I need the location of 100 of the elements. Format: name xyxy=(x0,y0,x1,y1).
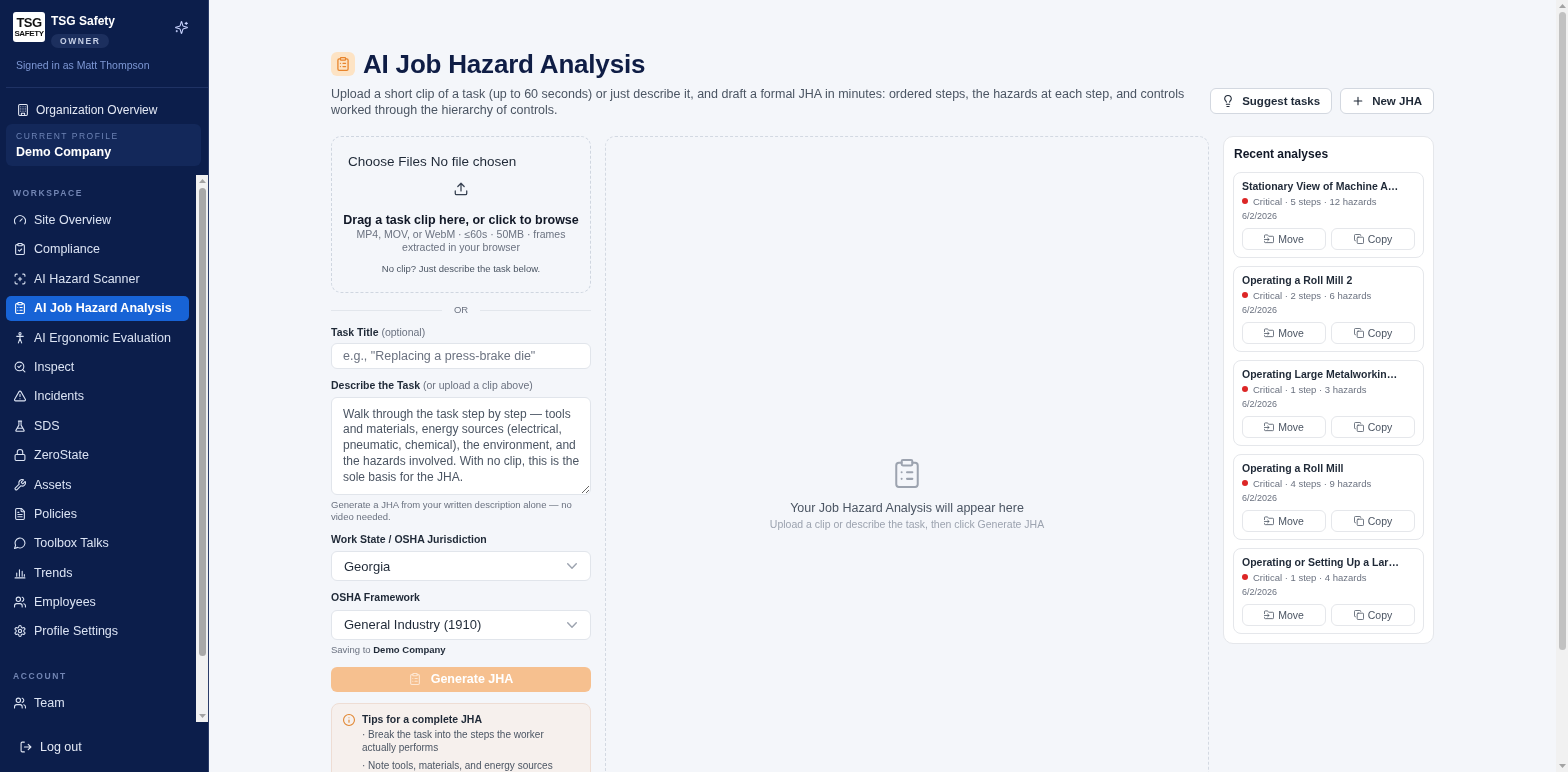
signed-in-text: Signed in as Matt Thompson xyxy=(16,58,150,72)
folder-arrow-icon xyxy=(1264,234,1275,244)
divider-label: OR xyxy=(453,304,469,316)
select-field[interactable]: Georgia xyxy=(331,551,591,581)
page-title: AI Job Hazard Analysis xyxy=(363,51,646,77)
analysis-card[interactable]: Operating a Roll Mill Critical · 4 steps · 9 hazards 6/2/2026 Move Copy xyxy=(1233,454,1424,540)
users-icon xyxy=(14,596,26,609)
dropzone[interactable]: Choose Files No file chosen Drag a task clip here, or click to browse MP4, MOV, or WebM · ≤60s · 50MB · frames extracted in your browser No clip? Just describe the task below. xyxy=(331,136,591,293)
scan-icon xyxy=(14,272,26,285)
nav-item[interactable]: AI Ergonomic Evaluation xyxy=(6,325,189,351)
plus-icon xyxy=(1352,95,1365,107)
nav-item[interactable]: Inspect xyxy=(6,354,189,380)
new-jha-button[interactable]: New JHA xyxy=(1340,88,1434,114)
logout-button[interactable]: Log out xyxy=(20,740,82,754)
section-heading: ACCOUNT xyxy=(13,671,67,683)
choose-files-button[interactable]: Choose Files xyxy=(348,153,427,170)
analysis-date: 6/2/2026 xyxy=(1242,210,1278,222)
clipboard-check-icon xyxy=(14,243,26,256)
sparkle-icon[interactable] xyxy=(175,21,188,34)
folder-arrow-icon xyxy=(1264,516,1275,526)
scroll-down-icon[interactable] xyxy=(198,714,206,718)
chat-bubble-icon xyxy=(14,537,26,550)
users-icon xyxy=(14,697,26,710)
move-button[interactable]: Move xyxy=(1242,228,1326,250)
nav-item[interactable]: AI Hazard Scanner xyxy=(6,266,189,292)
copy-button[interactable]: Copy xyxy=(1331,228,1415,250)
scrollbar[interactable] xyxy=(196,175,208,722)
analysis-card[interactable]: Operating or Setting Up a Lar… Critical · 1 step · 4 hazards 6/2/2026 Move Copy xyxy=(1233,548,1424,634)
empty-state-title: Your Job Hazard Analysis will appear here xyxy=(790,500,1024,516)
copy-button[interactable]: Copy xyxy=(1331,510,1415,532)
description-textarea[interactable]: Walk through the task step by step — tools and materials, energy sources (electrical, pneumatic, chemical), the environment, and the hazards involved. With no clip, this is the sole basis for the JHA. xyxy=(331,396,591,495)
move-button[interactable]: Move xyxy=(1242,322,1326,344)
text-input[interactable]: e.g., "Replacing a press-brake die" xyxy=(331,343,591,369)
nav-item[interactable]: Employees xyxy=(6,589,189,615)
copy-icon xyxy=(1353,516,1364,526)
no-clip-text: No clip? Just describe the task below. xyxy=(381,262,541,275)
nav-item[interactable]: SDS xyxy=(6,413,189,439)
nav-item[interactable]: Policies xyxy=(6,501,189,527)
nav-item[interactable]: AI Job Hazard Analysis xyxy=(6,295,189,321)
panel-title: Recent analyses xyxy=(1234,146,1329,162)
role-badge: OWNER xyxy=(51,34,109,48)
analysis-meta: Critical · 5 steps · 12 hazards xyxy=(1253,194,1377,208)
select-field[interactable]: General Industry (1910) xyxy=(331,609,591,640)
profile-name: Demo Company xyxy=(16,144,112,160)
scrollbar-thumb[interactable] xyxy=(198,188,206,656)
scrollbar[interactable] xyxy=(1556,0,1568,772)
brand-name: TSG Safety xyxy=(51,14,116,28)
analysis-meta: Critical · 1 step · 4 hazards xyxy=(1253,570,1367,584)
nav-item[interactable]: Team xyxy=(6,690,189,716)
tip-text: · Note tools, materials, and energy sources xyxy=(362,759,554,772)
move-button[interactable]: Move xyxy=(1242,604,1326,626)
scroll-down-icon[interactable] xyxy=(1558,764,1566,768)
field-label: Task Title (optional) xyxy=(331,326,426,339)
analysis-meta: Critical · 2 steps · 6 hazards xyxy=(1253,288,1372,302)
copy-icon xyxy=(1353,328,1364,338)
field-label: Describe the Task (or upload a clip above) xyxy=(331,379,533,392)
copy-button[interactable]: Copy xyxy=(1331,604,1415,626)
tips-title: Tips for a complete JHA xyxy=(362,712,483,726)
nav-item[interactable]: Assets xyxy=(6,472,189,497)
analysis-meta: Critical · 1 step · 3 hazards xyxy=(1253,382,1367,396)
copy-button[interactable]: Copy xyxy=(1331,322,1415,344)
move-button[interactable]: Move xyxy=(1242,510,1326,532)
analysis-date: 6/2/2026 xyxy=(1242,492,1278,504)
profile-label: CURRENT PROFILE xyxy=(16,131,119,142)
folder-arrow-icon xyxy=(1264,610,1275,620)
analysis-card[interactable]: Stationary View of Machine A… Critical · 5 steps · 12 hazards 6/2/2026 Move Copy xyxy=(1233,172,1424,258)
lightbulb-icon xyxy=(1222,95,1235,107)
nav-item[interactable]: Incidents xyxy=(6,383,189,409)
analysis-card[interactable]: Operating a Roll Mill 2 Critical · 2 steps · 6 hazards 6/2/2026 Move Copy xyxy=(1233,266,1424,352)
analysis-title: Operating a Roll Mill xyxy=(1242,461,1344,475)
folder-arrow-icon xyxy=(1264,422,1275,432)
dropzone-prompt: Drag a task clip here, or click to browse xyxy=(343,211,579,228)
analysis-title: Operating or Setting Up a Lar… xyxy=(1242,555,1399,569)
nav-item[interactable]: Site Overview xyxy=(6,207,189,233)
chevron-down-icon xyxy=(567,563,577,569)
lock-icon xyxy=(14,449,26,462)
scroll-up-icon[interactable] xyxy=(1558,4,1566,8)
copy-button[interactable]: Copy xyxy=(1331,416,1415,438)
organization-overview-link[interactable]: Organization Overview xyxy=(17,100,158,120)
clipboard-icon xyxy=(14,302,26,315)
nav-item[interactable]: ZeroState xyxy=(6,442,189,468)
scrollbar-thumb[interactable] xyxy=(1558,12,1566,650)
logout-icon xyxy=(20,741,32,753)
analysis-title: Operating a Roll Mill 2 xyxy=(1242,273,1353,287)
move-button[interactable]: Move xyxy=(1242,416,1326,438)
analysis-date: 6/2/2026 xyxy=(1242,304,1278,316)
info-icon xyxy=(343,713,355,726)
nav-item[interactable]: Profile Settings xyxy=(6,618,189,644)
clipboard-icon xyxy=(895,459,919,488)
flask-icon xyxy=(14,419,26,432)
empty-state-subtitle: Upload a clip or describe the task, then click Generate JHA xyxy=(769,518,1045,531)
nav-item[interactable]: Compliance xyxy=(6,236,189,262)
clipboard-icon xyxy=(331,52,355,76)
scroll-up-icon[interactable] xyxy=(198,179,206,183)
suggest-tasks-button[interactable]: Suggest tasks xyxy=(1210,88,1333,114)
nav-item[interactable]: Trends xyxy=(6,560,189,586)
copy-icon xyxy=(1353,610,1364,620)
saving-to-text: Saving to Demo Company xyxy=(331,643,446,656)
nav-item[interactable]: Toolbox Talks xyxy=(6,530,189,556)
analysis-card[interactable]: Operating Large Metalworkin… Critical · 1 step · 3 hazards 6/2/2026 Move Copy xyxy=(1233,360,1424,446)
